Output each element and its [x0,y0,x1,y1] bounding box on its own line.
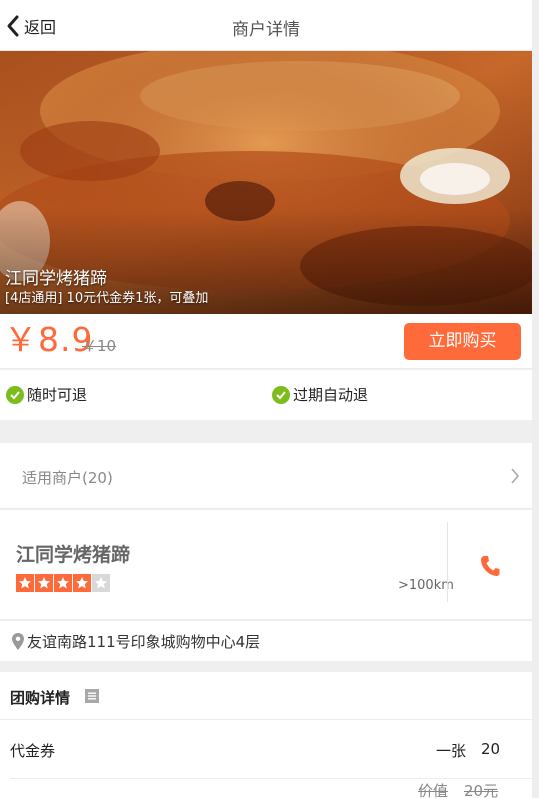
product-hero-image: 江同学烤猪蹄 [4店通用] 10元代金券1张，可叠加 [0,51,532,314]
star-icon [92,574,110,592]
refund-on-expiry: 过期自动退 [272,384,368,405]
item-quantity: 一张 [436,742,467,760]
star-icon [35,574,53,592]
group-details-title: 团购详情 [10,689,71,707]
star-icon [73,574,91,592]
refund-anytime-label: 随时可退 [27,386,88,404]
star-icon [16,574,34,592]
current-price: ￥8.9 [4,320,94,359]
item-value: 20 [481,740,501,758]
document-icon [85,689,99,703]
check-icon [272,385,290,404]
price-row: ￥8.9 ￥10 立即购买 [0,314,532,369]
address-text: 友谊南路111号印象城购物中心4层 [27,632,261,651]
shop-card[interactable]: 江同学烤猪蹄 >100km [0,510,532,620]
group-details-header: 团购详情 [0,672,532,720]
divider [10,778,532,779]
refund-policy-row: 随时可退 过期自动退 [0,370,532,420]
deal-name: 江同学烤猪蹄 [5,269,107,289]
navigation-bar: 返回 商户详情 [0,0,532,51]
star-icon [54,574,72,592]
shop-name: 江同学烤猪蹄 [16,544,131,566]
refund-on-expiry-label: 过期自动退 [293,386,369,404]
applicable-merchants-label: 适用商户(20) [22,469,113,487]
rating-stars [16,574,111,592]
address-row[interactable]: 友谊南路111号印象城购物中心4层 [0,621,532,661]
divider [447,522,448,602]
original-price: ￥10 [82,337,117,355]
distance: >100km [398,578,454,593]
total-value: 20元 [464,782,499,798]
total-value-label: 价值 [418,782,449,798]
buy-now-button[interactable]: 立即购买 [404,323,521,360]
phone-icon[interactable] [480,555,500,577]
check-icon [6,385,24,404]
location-pin-icon [12,632,24,650]
chevron-right-icon [511,468,520,484]
page-title: 商户详情 [232,20,300,40]
deal-description: [4店通用] 10元代金券1张，可叠加 [5,291,209,306]
hero-caption: 江同学烤猪蹄 [4店通用] 10元代金券1张，可叠加 [5,268,208,308]
refund-anytime: 随时可退 [6,384,87,405]
group-purchase-details: 团购详情 代金券 一张 20 价值 20元 [0,672,532,798]
merchant-detail-page: 返回 商户详情 江同学烤猪蹄 [4店通用] 10元代金券1张，可叠加 ￥8.9 … [0,0,532,798]
applicable-merchants-link[interactable]: 适用商户(20) [0,443,532,509]
item-name: 代金券 [10,742,56,760]
